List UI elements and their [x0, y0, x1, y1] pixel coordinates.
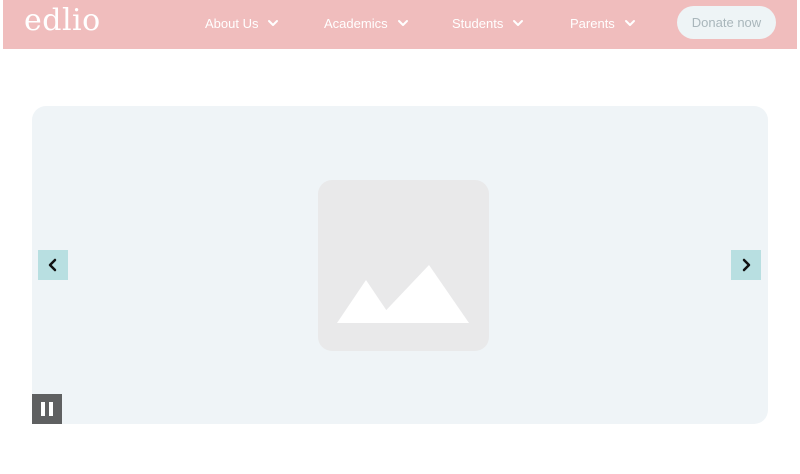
nav-item-students[interactable]: Students — [452, 14, 525, 32]
site-header: edlio About Us Academics Students Parent… — [3, 0, 797, 49]
chevron-right-icon — [742, 258, 751, 272]
chevron-down-icon — [624, 20, 635, 26]
previous-slide-button[interactable] — [38, 250, 68, 280]
nav-item-label: Students — [452, 15, 504, 31]
nav-item-parents[interactable]: Parents — [570, 14, 637, 32]
image-placeholder-icon — [318, 180, 489, 351]
donate-button[interactable]: Donate now — [677, 6, 776, 39]
slideshow — [32, 106, 768, 424]
chevron-down-icon — [513, 20, 524, 26]
chevron-down-icon — [268, 20, 279, 26]
chevron-down-icon — [397, 20, 408, 26]
nav-item-about-us[interactable]: About Us — [205, 14, 280, 32]
site-logo[interactable]: edlio — [24, 2, 101, 40]
pause-icon — [41, 402, 53, 416]
nav-item-label: About Us — [205, 15, 259, 31]
next-slide-button[interactable] — [731, 250, 761, 280]
nav-item-label: Parents — [570, 15, 615, 31]
chevron-left-icon — [48, 258, 57, 272]
nav-item-label: Academics — [324, 15, 388, 31]
nav-item-academics[interactable]: Academics — [324, 14, 410, 32]
pause-slideshow-button[interactable] — [32, 394, 62, 424]
